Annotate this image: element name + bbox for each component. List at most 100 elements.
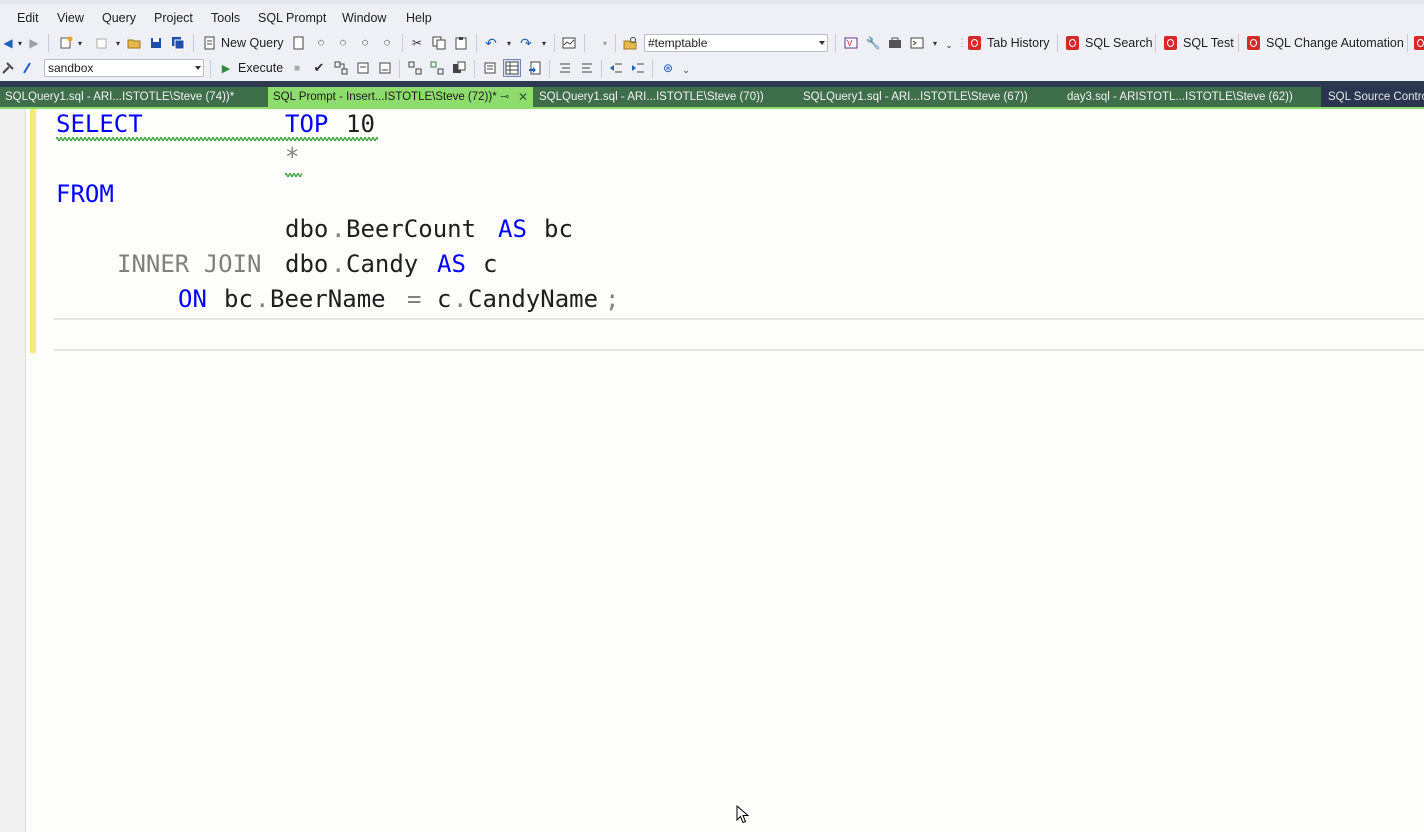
chevron-down-icon[interactable] xyxy=(819,41,825,45)
connect-icon[interactable] xyxy=(0,60,16,76)
tab-sqlquery1-74[interactable]: SQLQuery1.sql - ARI...ISTOTLE\Steve (74)… xyxy=(0,87,273,107)
sql-test-icon xyxy=(1164,36,1177,50)
alias-c: c xyxy=(483,250,498,278)
query-editor[interactable] xyxy=(36,109,1424,832)
menu-view[interactable]: View xyxy=(57,11,84,25)
tab-sql-prompt-insert[interactable]: SQL Prompt - Insert...ISTOTLE\Steve (72)… xyxy=(268,87,533,107)
find-in-files-icon[interactable] xyxy=(622,35,638,51)
schema-dbo: dbo xyxy=(285,215,329,243)
execute-button[interactable]: Execute xyxy=(238,61,283,75)
warning-squiggle[interactable] xyxy=(285,172,302,178)
chevron-down-icon[interactable] xyxy=(195,66,201,70)
alias-bc: bc xyxy=(224,285,253,313)
add-item-icon[interactable] xyxy=(94,35,110,51)
find-combo[interactable]: #temptable xyxy=(644,34,828,52)
sql-source-control-icon[interactable] xyxy=(1414,36,1424,50)
find-combo-value: #temptable xyxy=(648,36,708,50)
live-stats-icon[interactable] xyxy=(429,60,445,76)
results-to-text-icon[interactable] xyxy=(482,60,498,76)
toolbar-overflow-icon[interactable]: ⌄ xyxy=(678,62,694,78)
new-query-icon[interactable] xyxy=(202,35,218,51)
estimated-plan-icon[interactable] xyxy=(333,60,349,76)
dot: . xyxy=(331,215,346,243)
warning-squiggle[interactable] xyxy=(56,136,378,142)
menu-sql-prompt[interactable]: SQL Prompt xyxy=(258,11,326,25)
tab-label: SQLQuery1.sql - ARI...ISTOTLE\Steve (74)… xyxy=(5,91,235,103)
tab-sqlquery1-67[interactable]: SQLQuery1.sql - ARI...ISTOTLE\Steve (67)… xyxy=(798,87,1063,107)
keyword-on: ON xyxy=(178,285,207,313)
keyword-from: FROM xyxy=(56,180,114,208)
intellisense-icon[interactable] xyxy=(377,60,393,76)
menu-tools[interactable]: Tools xyxy=(211,11,240,25)
new-query-button[interactable]: New Query xyxy=(221,36,284,50)
sql-test-button[interactable]: SQL Test xyxy=(1183,36,1234,50)
dot: . xyxy=(453,285,468,313)
dax-query-icon[interactable]: ⬡ xyxy=(379,35,395,51)
specify-template-values-icon[interactable]: ⊛ xyxy=(660,60,676,76)
change-tracking-bar xyxy=(30,109,36,353)
comment-out-icon[interactable] xyxy=(557,60,573,76)
column-candyname: CandyName xyxy=(468,285,599,313)
select-star: * xyxy=(285,143,300,171)
tab-history-button[interactable]: Tab History xyxy=(987,36,1050,50)
chevron-down-icon[interactable]: ▾ xyxy=(72,35,88,51)
mdx-query-icon[interactable]: ⬡ xyxy=(313,35,329,51)
tab-day3[interactable]: day3.sql - ARISTOTL...ISTOTLE\Steve (62)… xyxy=(1063,87,1321,107)
open-file-icon[interactable] xyxy=(126,35,142,51)
save-icon[interactable] xyxy=(148,35,164,51)
undo-icon[interactable]: ↶ xyxy=(483,35,499,51)
tab-sqlquery1-70[interactable]: SQLQuery1.sql - ARI...ISTOTLE\Steve (70)… xyxy=(533,87,798,107)
toolbox-icon[interactable] xyxy=(887,35,903,51)
menu-bar: Edit View Query Project Tools SQL Prompt… xyxy=(0,4,1424,30)
client-stats-icon[interactable] xyxy=(451,60,467,76)
activity-monitor-icon[interactable] xyxy=(561,35,577,51)
terminal-icon[interactable] xyxy=(909,35,925,51)
chevron-down-icon[interactable]: ▾ xyxy=(110,35,126,51)
parse-icon[interactable]: ✔ xyxy=(311,60,327,76)
menu-window[interactable]: Window xyxy=(342,11,386,25)
results-to-grid-icon[interactable] xyxy=(503,59,521,77)
solution-explorer-icon[interactable]: V xyxy=(843,35,859,51)
xmla-query-icon[interactable]: ⬡ xyxy=(357,35,373,51)
actual-plan-icon[interactable] xyxy=(407,60,423,76)
wrench-icon[interactable]: 🔧 xyxy=(865,35,881,51)
sql-search-icon xyxy=(1066,36,1079,50)
keyword-top: TOP xyxy=(285,110,329,138)
forward-icon[interactable]: ▶ xyxy=(26,35,42,51)
menu-query[interactable]: Query xyxy=(102,11,136,25)
change-connection-icon[interactable] xyxy=(20,60,36,76)
sql-change-automation-button[interactable]: SQL Change Automation xyxy=(1266,36,1404,50)
chevron-down-icon[interactable]: ▾ xyxy=(536,35,552,51)
close-icon[interactable]: ✕ xyxy=(518,87,528,107)
uncomment-icon[interactable] xyxy=(579,60,595,76)
results-to-file-icon[interactable] xyxy=(527,60,543,76)
decrease-indent-icon[interactable] xyxy=(608,60,624,76)
dmx-query-icon[interactable]: ⬡ xyxy=(335,35,351,51)
increase-indent-icon[interactable] xyxy=(630,60,646,76)
execute-icon: ▶ xyxy=(221,62,231,75)
alias-c: c xyxy=(437,285,452,313)
redo-icon[interactable]: ↷ xyxy=(518,35,534,51)
table-beercount: BeerCount xyxy=(346,215,477,243)
copy-icon[interactable] xyxy=(431,35,447,51)
sql-search-button[interactable]: SQL Search xyxy=(1085,36,1153,50)
menu-project[interactable]: Project xyxy=(154,11,193,25)
cancel-query-icon[interactable]: ■ xyxy=(289,60,305,76)
menu-help[interactable]: Help xyxy=(406,11,432,25)
tab-sql-source-control[interactable]: SQL Source Control xyxy=(1321,87,1424,107)
semicolon: ; xyxy=(605,285,620,313)
chevron-down-icon[interactable]: ▾ xyxy=(597,35,613,51)
database-combo[interactable]: sandbox xyxy=(44,59,204,77)
query-options-icon[interactable] xyxy=(355,60,371,76)
menu-edit[interactable]: Edit xyxy=(17,11,39,25)
cut-icon[interactable]: ✂ xyxy=(409,35,425,51)
mouse-pointer-icon xyxy=(736,805,750,824)
tab-history-icon xyxy=(968,36,981,50)
chevron-down-icon[interactable]: ▾ xyxy=(501,35,517,51)
pin-icon[interactable]: ⊸ xyxy=(500,87,509,107)
database-engine-query-icon[interactable] xyxy=(291,35,307,51)
save-all-icon[interactable] xyxy=(170,35,186,51)
sql-editor-toolbar: sandbox ▶ Execute ■ ✔ ⊛ ⌄ xyxy=(0,56,1424,81)
paste-icon[interactable] xyxy=(453,35,469,51)
database-combo-value: sandbox xyxy=(48,61,94,75)
